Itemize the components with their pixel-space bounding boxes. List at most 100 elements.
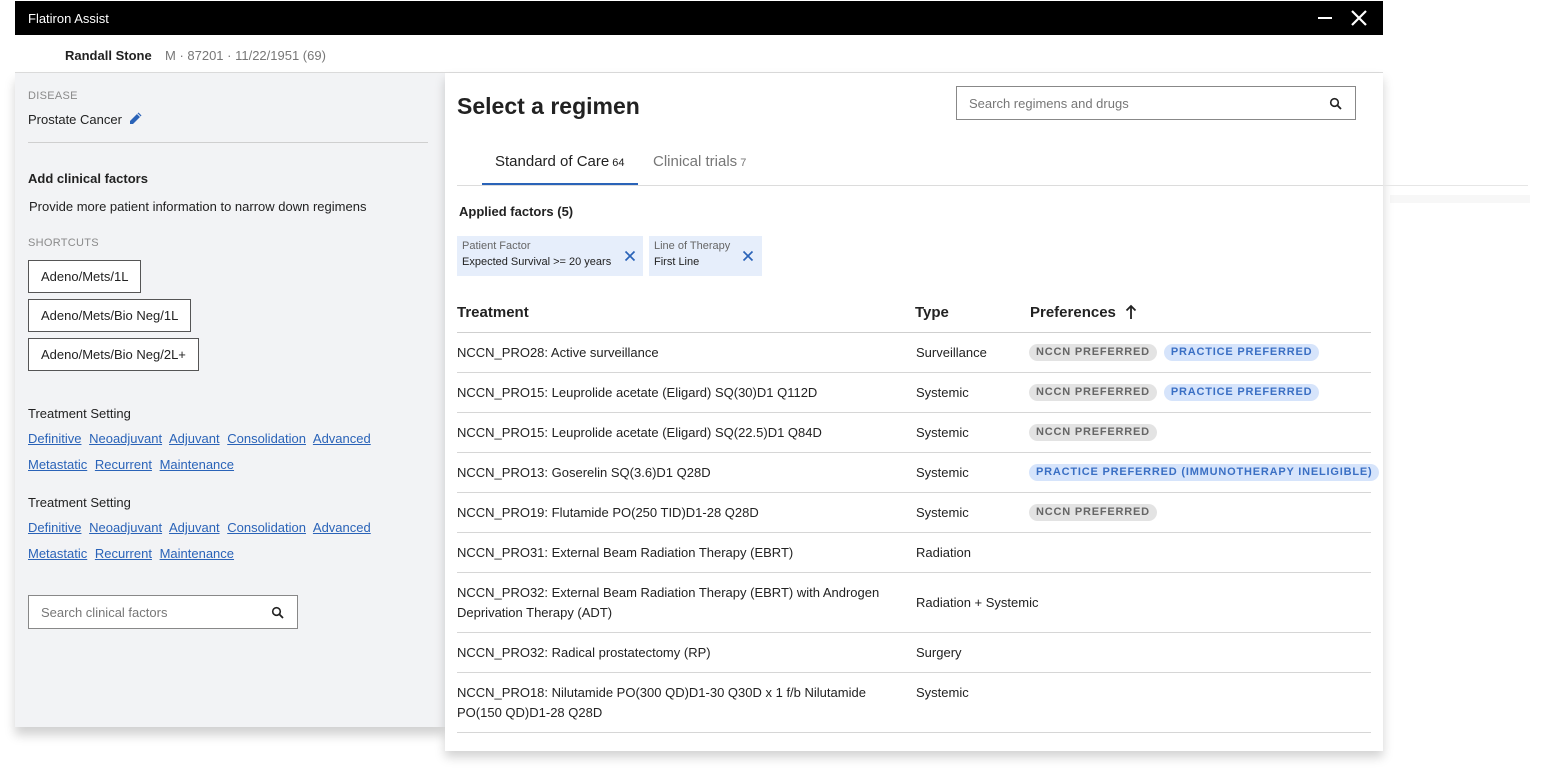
type-cell: Systemic [916,505,969,520]
type-cell: Radiation [916,545,971,560]
treatment-setting-link[interactable]: Advanced [313,431,371,446]
treatment-cell: NCCN_PRO32: External Beam Radiation Ther… [457,585,880,620]
table-row[interactable]: NCCN_PRO18: Nilutamide PO(300 QD)D1-30 Q… [457,673,1371,733]
treatment-setting-link[interactable]: Neoadjuvant [89,520,162,535]
search-icon[interactable] [271,606,285,620]
table-row[interactable]: NCCN_PRO15: Leuprolide acetate (Eligard)… [457,413,1371,453]
close-icon[interactable] [741,249,755,263]
table-row[interactable]: NCCN_PRO13: Goserelin SQ(3.6)D1 Q28D Sys… [457,453,1380,493]
treatment-cell: NCCN_PRO31: External Beam Radiation Ther… [457,545,794,560]
regimen-search [956,86,1356,120]
treatment-setting-link[interactable]: Adjuvant [169,431,220,446]
preferences-cell: NCCN PREFERRED PRACTICE PREFERRED [1029,384,1326,402]
shortcut-button[interactable]: Adeno/Mets/1L [28,260,142,293]
chip-key: Patient Factor [462,240,531,252]
close-icon[interactable] [1348,7,1370,29]
clinical-factors-search-input[interactable] [29,596,259,628]
nccn-preferred-badge: NCCN PREFERRED [1029,504,1157,521]
preferences-cell: NCCN PREFERRED [1029,504,1164,522]
page-title: Select a regimen [457,93,640,119]
table-row[interactable]: NCCN_PRO31: External Beam Radiation Ther… [457,533,1371,573]
treatment-cell: NCCN_PRO15: Leuprolide acetate (Eligard)… [457,425,822,440]
tab-standard-of-care[interactable]: Standard of Care 64 [482,153,638,186]
add-factors-description: Provide more patient information to narr… [29,199,367,214]
treatment-setting-title: Treatment Setting [28,406,131,421]
treatment-setting-link[interactable]: Advanced [313,520,371,535]
shadow [1390,195,1530,203]
disease-label: DISEASE [28,90,78,102]
treatment-cell: NCCN_PRO13: Goserelin SQ(3.6)D1 Q28D [457,465,711,480]
preferences-cell: NCCN PREFERRED PRACTICE PREFERRED [1029,344,1326,362]
table-row[interactable]: NCCN_PRO19: Flutamide PO(250 TID)D1-28 Q… [457,493,1371,533]
treatment-setting-link[interactable]: Neoadjuvant [89,431,162,446]
minimize-icon[interactable] [1315,7,1335,29]
treatment-setting-link[interactable]: Consolidation [227,520,306,535]
treatment-cell: NCCN_PRO15: Leuprolide acetate (Eligard)… [457,385,818,400]
treatment-setting-links: Definitive Neoadjuvant Adjuvant Consolid… [28,515,408,567]
disease-value: Prostate Cancer [28,112,122,127]
tab-label: Standard of Care [495,153,610,170]
nccn-preferred-badge: NCCN PREFERRED [1029,384,1157,401]
divider [28,142,428,143]
treatment-setting-link[interactable]: Maintenance [160,457,234,472]
regimen-search-input[interactable] [957,87,1317,119]
title-bar: Flatiron Assist [15,1,1383,35]
shortcuts-label: SHORTCUTS [28,237,99,249]
treatment-setting-link[interactable]: Adjuvant [169,520,220,535]
type-cell: Systemic [916,465,969,480]
applied-factors-title: Applied factors (5) [459,204,574,219]
treatment-cell: NCCN_PRO28: Active surveillance [457,345,659,360]
treatment-setting-link[interactable]: Definitive [28,520,81,535]
treatment-setting-link[interactable]: Definitive [28,431,81,446]
practice-preferred-badge: PRACTICE PREFERRED [1163,384,1320,401]
treatment-setting-link[interactable]: Consolidation [227,431,306,446]
pencil-icon[interactable] [129,111,143,125]
shortcut-button[interactable]: Adeno/Mets/Bio Neg/1L [28,299,192,332]
table-row[interactable]: NCCN_PRO32: Radical prostatectomy (RP) S… [457,633,1371,673]
tab-count: 7 [740,157,747,169]
tab-label: Clinical trials [653,153,738,170]
table-row[interactable]: NCCN_PRO28: Active surveillance Surveill… [457,333,1371,373]
column-header-treatment[interactable]: Treatment [457,304,529,321]
column-header-type[interactable]: Type [915,304,949,321]
patient-header: Randall Stone M · 87201 · 11/22/1951 (69… [15,35,1383,73]
treatment-setting-links: Definitive Neoadjuvant Adjuvant Consolid… [28,426,408,478]
type-cell: Systemic [916,425,969,440]
app-title: Flatiron Assist [28,11,109,26]
type-cell: Surveillance [916,345,987,360]
search-icon[interactable] [1329,97,1343,111]
type-cell: Surgery [916,645,962,660]
treatment-setting-link[interactable]: Metastatic [28,546,87,561]
app-window: Flatiron Assist Randall Stone M · 87201 … [15,1,1528,751]
tab-count: 64 [612,157,625,169]
table-header: Treatment Type Preferences [457,295,1371,333]
patient-name: Randall Stone [65,48,152,63]
table-row[interactable]: NCCN_PRO32: External Beam Radiation Ther… [457,573,1371,633]
type-cell: Systemic [916,685,969,700]
tab-clinical-trials[interactable]: Clinical trials 7 [653,153,746,170]
treatment-setting-title: Treatment Setting [28,495,131,510]
arrow-up-icon[interactable] [1125,304,1137,320]
treatment-setting-link[interactable]: Recurrent [95,457,152,472]
treatment-cell: NCCN_PRO18: Nilutamide PO(300 QD)D1-30 Q… [457,685,866,720]
clinical-factors-panel: DISEASE Prostate Cancer Add clinical fac… [15,73,445,727]
patient-meta: M · 87201 · 11/22/1951 (69) [165,48,326,63]
treatment-setting-link[interactable]: Metastatic [28,457,87,472]
practice-preferred-badge: PRACTICE PREFERRED (IMMUNOTHERAPY INELIG… [1029,464,1380,481]
treatment-setting-link[interactable]: Recurrent [95,546,152,561]
treatment-cell: NCCN_PRO32: Radical prostatectomy (RP) [457,645,711,660]
divider [1383,185,1528,186]
table-row[interactable]: NCCN_PRO15: Leuprolide acetate (Eligard)… [457,373,1371,413]
shortcut-button[interactable]: Adeno/Mets/Bio Neg/2L+ [28,338,199,371]
add-factors-title: Add clinical factors [28,171,148,186]
treatment-setting-link[interactable]: Maintenance [160,546,234,561]
factor-chip: Patient Factor Expected Survival >= 20 y… [457,236,643,276]
clinical-factors-search [28,595,298,629]
chip-value: Expected Survival >= 20 years [462,256,612,268]
regimen-panel: Select a regimen Standard of Care64 Clin… [445,73,1528,751]
close-icon[interactable] [623,249,637,263]
column-header-preferences[interactable]: Preferences [1030,304,1116,321]
practice-preferred-badge: PRACTICE PREFERRED [1163,344,1320,361]
nccn-preferred-badge: NCCN PREFERRED [1029,424,1157,441]
tabs-divider [457,185,1528,186]
